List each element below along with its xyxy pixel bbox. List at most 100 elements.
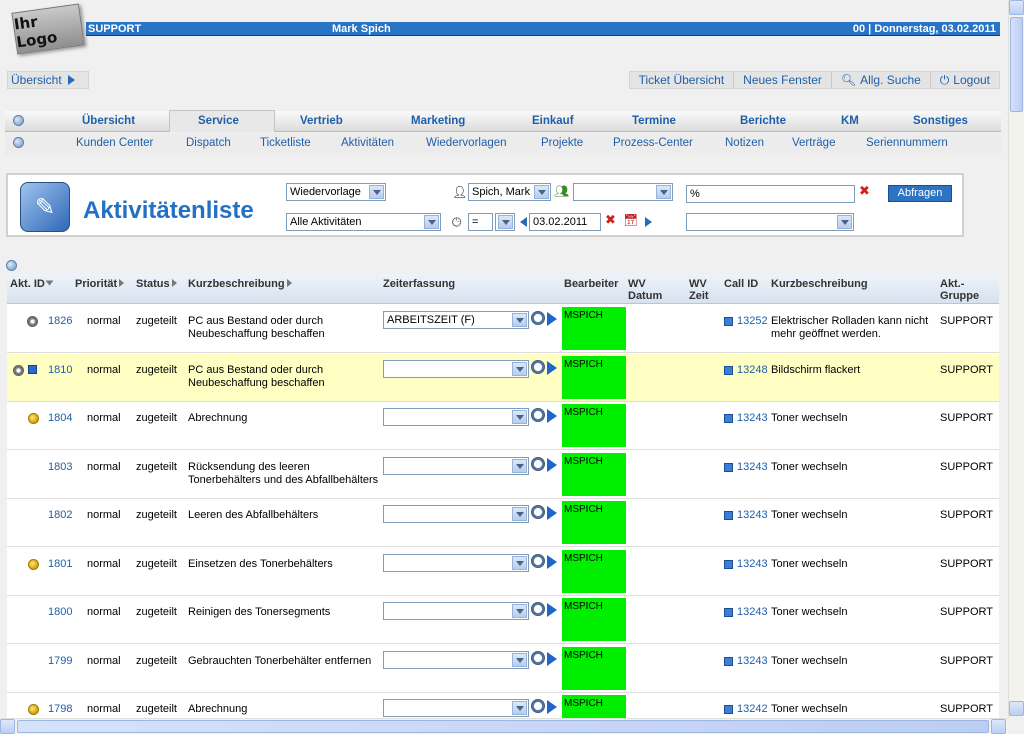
submenu-notizen[interactable]: Notizen	[725, 137, 764, 149]
menu-sonstiges[interactable]: Sonstiges	[913, 115, 968, 127]
time-entry-select[interactable]	[383, 602, 529, 620]
call-icon[interactable]	[724, 462, 733, 472]
activity-id-link[interactable]: 1798	[48, 703, 72, 716]
activity-id-link[interactable]: 1801	[48, 558, 72, 571]
timer-icon[interactable]	[531, 553, 545, 568]
general-search-link[interactable]: 🔍︎ Allg. Suche	[832, 72, 931, 88]
timer-icon[interactable]	[531, 505, 545, 519]
play-icon[interactable]	[547, 360, 557, 375]
time-entry-select[interactable]	[383, 650, 529, 669]
play-icon[interactable]	[547, 506, 557, 520]
logout-label[interactable]: Logout	[953, 73, 990, 87]
activity-id-link[interactable]: 1803	[48, 461, 72, 474]
search-input[interactable]: %	[686, 185, 855, 203]
time-entry-select[interactable]	[383, 359, 529, 378]
menu-marketing[interactable]: Marketing	[411, 115, 465, 127]
table-row[interactable]: 1802 normal zugeteilt Leeren des Abfallbehä…	[7, 499, 999, 547]
activity-id-link[interactable]: 1799	[48, 655, 72, 668]
activity-id-link[interactable]: 1804	[48, 412, 72, 425]
activity-id-link[interactable]: 1802	[48, 509, 72, 522]
activity-id-link[interactable]: 1810	[48, 364, 72, 377]
menu-uebersicht[interactable]: Übersicht	[82, 115, 135, 127]
activity-type-select[interactable]: Alle Aktivitäten	[286, 213, 441, 231]
group-select[interactable]	[573, 183, 673, 201]
clear-search-icon[interactable]: ✖	[859, 183, 870, 199]
table-row[interactable]: 1798 normal zugeteilt Abrechnung MSPICH 13242…	[7, 693, 999, 718]
timer-icon[interactable]	[531, 311, 545, 325]
timer-icon[interactable]	[531, 602, 545, 616]
col-prioritaet[interactable]: Priorität	[75, 278, 125, 290]
wiedervorlage-select[interactable]: Wiedervorlage	[286, 183, 386, 201]
play-icon[interactable]	[547, 409, 557, 423]
activity-id-link[interactable]: 1826	[48, 315, 72, 328]
submenu-dispatch[interactable]: Dispatch	[186, 137, 231, 149]
time-entry-select[interactable]	[383, 505, 529, 523]
timer-icon[interactable]	[531, 699, 545, 713]
overview-link[interactable]: Übersicht	[7, 71, 89, 89]
col-kurzbeschreibung[interactable]: Kurzbeschreibung	[188, 278, 292, 290]
new-window-link[interactable]: Neues Fenster	[734, 72, 832, 88]
call-icon[interactable]	[724, 365, 733, 375]
time-entry-select[interactable]	[383, 408, 529, 426]
logout-link[interactable]: ⏻ Logout	[931, 72, 999, 88]
vertical-scroll-thumb[interactable]	[1010, 17, 1023, 112]
ticket-overview-link[interactable]: Ticket Übersicht	[630, 72, 735, 88]
play-icon[interactable]	[547, 554, 557, 569]
calendar-icon[interactable]: 📅︎	[623, 213, 638, 227]
col-akt-id[interactable]: Akt. ID	[10, 278, 54, 290]
call-id-link[interactable]: 13252	[737, 315, 768, 328]
submenu-seriennummern[interactable]: Seriennummern	[866, 137, 948, 149]
help-icon[interactable]	[13, 137, 24, 148]
play-icon[interactable]	[547, 312, 557, 326]
table-row[interactable]: 1803 normal zugeteilt Rücksendung des leere…	[7, 450, 999, 499]
horizontal-scroll-thumb[interactable]	[17, 720, 989, 733]
submenu-vertraege[interactable]: Verträge	[792, 137, 835, 149]
submenu-prozess-center[interactable]: Prozess-Center	[613, 137, 693, 149]
menu-termine[interactable]: Termine	[632, 115, 676, 127]
call-id-link[interactable]: 13243	[737, 606, 768, 619]
menu-service[interactable]: Service	[198, 115, 239, 127]
timer-icon[interactable]	[531, 456, 545, 471]
call-icon[interactable]	[724, 317, 733, 326]
time-entry-select[interactable]	[383, 699, 529, 717]
submenu-aktivitaeten[interactable]: Aktivitäten	[341, 137, 394, 149]
play-icon[interactable]	[547, 457, 557, 472]
play-icon[interactable]	[547, 603, 557, 617]
operator2-select[interactable]	[495, 213, 515, 231]
call-icon[interactable]	[724, 414, 733, 423]
call-id-link[interactable]: 13243	[737, 509, 768, 522]
scroll-down-icon[interactable]	[1009, 701, 1024, 716]
submenu-wiedervorlagen[interactable]: Wiedervorlagen	[426, 137, 507, 149]
submenu-ticketliste[interactable]: Ticketliste	[260, 137, 311, 149]
menu-einkauf[interactable]: Einkauf	[532, 115, 574, 127]
user-select[interactable]: Spich, Mark	[468, 183, 551, 201]
play-icon[interactable]	[547, 700, 557, 714]
horizontal-scrollbar[interactable]	[0, 718, 1008, 734]
call-id-link[interactable]: 13243	[737, 461, 768, 474]
timer-icon[interactable]	[531, 408, 545, 422]
submenu-projekte[interactable]: Projekte	[541, 137, 583, 149]
call-icon[interactable]	[724, 559, 733, 569]
table-row[interactable]: 1810 normal zugeteilt PC aus Bestand oder d…	[7, 353, 999, 402]
activity-id-link[interactable]: 1800	[48, 606, 72, 619]
call-id-link[interactable]: 13248	[737, 364, 768, 377]
general-search-label[interactable]: Allg. Suche	[860, 73, 921, 87]
date-prev-icon[interactable]	[520, 217, 527, 227]
scroll-right-icon[interactable]	[991, 719, 1006, 734]
call-icon[interactable]	[724, 705, 733, 714]
table-row[interactable]: 1804 normal zugeteilt Abrechnung MSPICH 13243…	[7, 402, 999, 450]
call-id-link[interactable]: 13243	[737, 558, 768, 571]
scroll-up-icon[interactable]	[1009, 0, 1024, 15]
call-id-link[interactable]: 13242	[737, 703, 768, 716]
time-entry-select[interactable]: ARBEITSZEIT (F)	[383, 311, 529, 329]
table-row[interactable]: 1799 normal zugeteilt Gebrauchten Tonerbehä…	[7, 644, 999, 693]
info-icon[interactable]	[6, 260, 17, 271]
date-input[interactable]: 03.02.2011	[529, 213, 601, 231]
operator-select[interactable]: =	[468, 213, 493, 231]
menu-berichte[interactable]: Berichte	[740, 115, 786, 127]
play-icon[interactable]	[547, 651, 557, 666]
date-next-icon[interactable]	[645, 217, 652, 227]
table-row[interactable]: 1826 normal zugeteilt PC aus Bestand oder d…	[7, 305, 999, 353]
table-row[interactable]: 1801 normal zugeteilt Einsetzen des Tonerbe…	[7, 547, 999, 596]
ticket-overview-label[interactable]: Ticket Übersicht	[639, 73, 725, 87]
